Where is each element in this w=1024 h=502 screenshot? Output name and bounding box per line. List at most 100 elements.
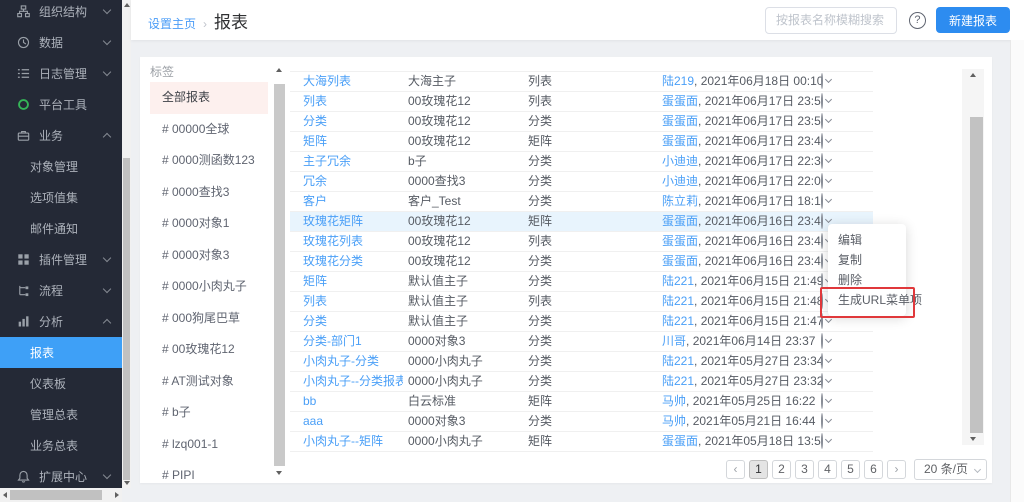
- table-row[interactable]: bb 白云标准 矩阵 马帅, 2021年05月25日 16:22: [290, 392, 873, 412]
- sidebar-horizontal-scrollbar[interactable]: [0, 488, 122, 502]
- circle-chevron-down-icon[interactable]: [821, 433, 823, 449]
- modified-by-link[interactable]: 蛋蛋面: [662, 254, 698, 268]
- modified-by-link[interactable]: 陆221: [662, 354, 694, 368]
- scrollbar-thumb[interactable]: [970, 117, 983, 433]
- sidebar-item[interactable]: 邮件通知: [0, 213, 122, 244]
- modified-by-link[interactable]: 蛋蛋面: [662, 114, 698, 128]
- row-actions-button[interactable]: [821, 332, 845, 351]
- table-row[interactable]: 冗余 0000查找3 分类 小迪迪, 2021年06月17日 22:04: [290, 172, 873, 192]
- tag-filter-item[interactable]: # 0000对象1: [150, 208, 268, 240]
- circle-chevron-down-icon[interactable]: [821, 133, 823, 149]
- row-actions-button[interactable]: [821, 432, 845, 451]
- row-actions-button[interactable]: [821, 132, 845, 151]
- report-name-link[interactable]: 分类: [303, 312, 403, 331]
- context-menu-item[interactable]: 复制: [828, 250, 906, 270]
- circle-chevron-down-icon[interactable]: [821, 333, 823, 349]
- modified-by-link[interactable]: 陆219: [662, 74, 694, 88]
- report-name-link[interactable]: 分类-部门1: [303, 332, 403, 351]
- page-number-button[interactable]: 2: [772, 460, 791, 479]
- modified-by-link[interactable]: 小迪迪: [662, 174, 698, 188]
- tag-filter-item[interactable]: # 00000全球: [150, 114, 268, 146]
- modified-by-link[interactable]: 陆221: [662, 314, 694, 328]
- row-actions-button[interactable]: [821, 392, 845, 411]
- report-search-input[interactable]: [765, 7, 897, 34]
- table-row[interactable]: 分类-部门1 0000对象3 分类 川哥, 2021年06月14日 23:37: [290, 332, 873, 352]
- circle-chevron-down-icon[interactable]: [821, 373, 823, 389]
- table-row[interactable]: 小肉丸子--矩阵 0000小肉丸子 矩阵 蛋蛋面, 2021年05月18日 13…: [290, 432, 873, 452]
- report-name-link[interactable]: 冗余: [303, 172, 403, 191]
- table-scrollbar[interactable]: [962, 69, 984, 445]
- tag-filter-item[interactable]: # AT测试对象: [150, 366, 268, 398]
- scroll-down-arrow-icon[interactable]: [276, 471, 282, 475]
- scroll-up-arrow-icon[interactable]: [124, 3, 130, 7]
- table-row[interactable]: 主子冗余 b子 分类 小迪迪, 2021年06月17日 22:38: [290, 152, 873, 172]
- report-name-link[interactable]: 玫瑰花分类: [303, 252, 403, 271]
- report-name-link[interactable]: 矩阵: [303, 132, 403, 151]
- table-row[interactable]: 矩阵 00玫瑰花12 矩阵 蛋蛋面, 2021年06月17日 23:48: [290, 132, 873, 152]
- row-actions-button[interactable]: [821, 72, 845, 91]
- page-number-button[interactable]: 3: [795, 460, 814, 479]
- circle-chevron-down-icon[interactable]: [821, 173, 823, 189]
- report-name-link[interactable]: 小肉丸子-分类: [303, 352, 403, 371]
- sidebar-item[interactable]: 组织结构: [0, 0, 122, 27]
- circle-chevron-down-icon[interactable]: [821, 153, 823, 169]
- modified-by-link[interactable]: 马帅: [662, 414, 686, 428]
- tag-filter-item[interactable]: # 00玫瑰花12: [150, 334, 268, 366]
- circle-chevron-down-icon[interactable]: [821, 413, 823, 429]
- table-row[interactable]: 列表 默认值主子 列表 陆221, 2021年06月15日 21:48: [290, 292, 873, 312]
- sidebar-item[interactable]: 报表: [0, 337, 122, 368]
- circle-chevron-down-icon[interactable]: [821, 353, 823, 369]
- table-row[interactable]: 矩阵 默认值主子 分类 陆221, 2021年06月15日 21:49: [290, 272, 873, 292]
- circle-chevron-down-icon[interactable]: [821, 213, 823, 229]
- row-actions-button[interactable]: [821, 412, 845, 431]
- sidebar-item[interactable]: 业务总表: [0, 430, 122, 461]
- report-name-link[interactable]: 小肉丸子--分类报表: [303, 372, 403, 391]
- report-name-link[interactable]: aaa: [303, 412, 403, 431]
- sidebar-item[interactable]: 流程: [0, 275, 122, 306]
- row-actions-button[interactable]: [821, 92, 845, 111]
- modified-by-link[interactable]: 川哥: [662, 334, 686, 348]
- modified-by-link[interactable]: 陆221: [662, 274, 694, 288]
- table-row[interactable]: 分类 00玫瑰花12 分类 蛋蛋面, 2021年06月17日 23:52: [290, 112, 873, 132]
- table-row[interactable]: 大海列表 大海主子 列表 陆219, 2021年06月18日 00:10: [290, 72, 873, 92]
- sidebar-item[interactable]: 分析: [0, 306, 122, 337]
- sidebar-item[interactable]: 日志管理: [0, 58, 122, 89]
- report-name-link[interactable]: 矩阵: [303, 272, 403, 291]
- scrollbar-thumb[interactable]: [10, 490, 102, 500]
- table-row[interactable]: 玫瑰花分类 00玫瑰花12 分类 蛋蛋面, 2021年06月16日 23:46: [290, 252, 873, 272]
- modified-by-link[interactable]: 马帅: [662, 394, 686, 408]
- scroll-left-arrow-icon[interactable]: [3, 492, 7, 498]
- next-page-button[interactable]: ›: [887, 460, 906, 479]
- table-row[interactable]: aaa 0000对象3 分类 马帅, 2021年05月21日 16:44: [290, 412, 873, 432]
- modified-by-link[interactable]: 蛋蛋面: [662, 234, 698, 248]
- page-scrollbar[interactable]: [1010, 40, 1024, 502]
- tag-filter-item[interactable]: 全部报表: [150, 82, 268, 114]
- sidebar-item[interactable]: 选项值集: [0, 182, 122, 213]
- page-number-button[interactable]: 1: [749, 460, 768, 479]
- report-name-link[interactable]: 玫瑰花列表: [303, 232, 403, 251]
- help-icon[interactable]: ?: [909, 12, 926, 29]
- modified-by-link[interactable]: 陆221: [662, 294, 694, 308]
- sidebar-item[interactable]: 管理总表: [0, 399, 122, 430]
- modified-by-link[interactable]: 陈立莉: [662, 194, 698, 208]
- tags-scrollbar[interactable]: [271, 62, 288, 478]
- sidebar-item[interactable]: 数据: [0, 27, 122, 58]
- report-name-link[interactable]: 玫瑰花矩阵: [303, 212, 403, 231]
- tag-filter-item[interactable]: # 0000对象3: [150, 240, 268, 272]
- circle-chevron-down-icon[interactable]: [821, 93, 823, 109]
- page-size-select[interactable]: 20 条/页: [914, 459, 987, 480]
- sidebar-item[interactable]: 业务: [0, 120, 122, 151]
- report-name-link[interactable]: 分类: [303, 112, 403, 131]
- prev-page-button[interactable]: ‹: [726, 460, 745, 479]
- tag-filter-item[interactable]: # b子: [150, 397, 268, 429]
- tag-filter-item[interactable]: # 0000测函数123: [150, 145, 268, 177]
- circle-chevron-down-icon[interactable]: [821, 73, 823, 89]
- report-name-link[interactable]: 列表: [303, 92, 403, 111]
- modified-by-link[interactable]: 蛋蛋面: [662, 94, 698, 108]
- report-name-link[interactable]: 大海列表: [303, 72, 403, 91]
- modified-by-link[interactable]: 小迪迪: [662, 154, 698, 168]
- new-report-button[interactable]: 新建报表: [936, 7, 1010, 33]
- context-menu-item[interactable]: 编辑: [828, 230, 906, 250]
- circle-chevron-down-icon[interactable]: [821, 233, 823, 249]
- scrollbar-thumb[interactable]: [123, 158, 130, 480]
